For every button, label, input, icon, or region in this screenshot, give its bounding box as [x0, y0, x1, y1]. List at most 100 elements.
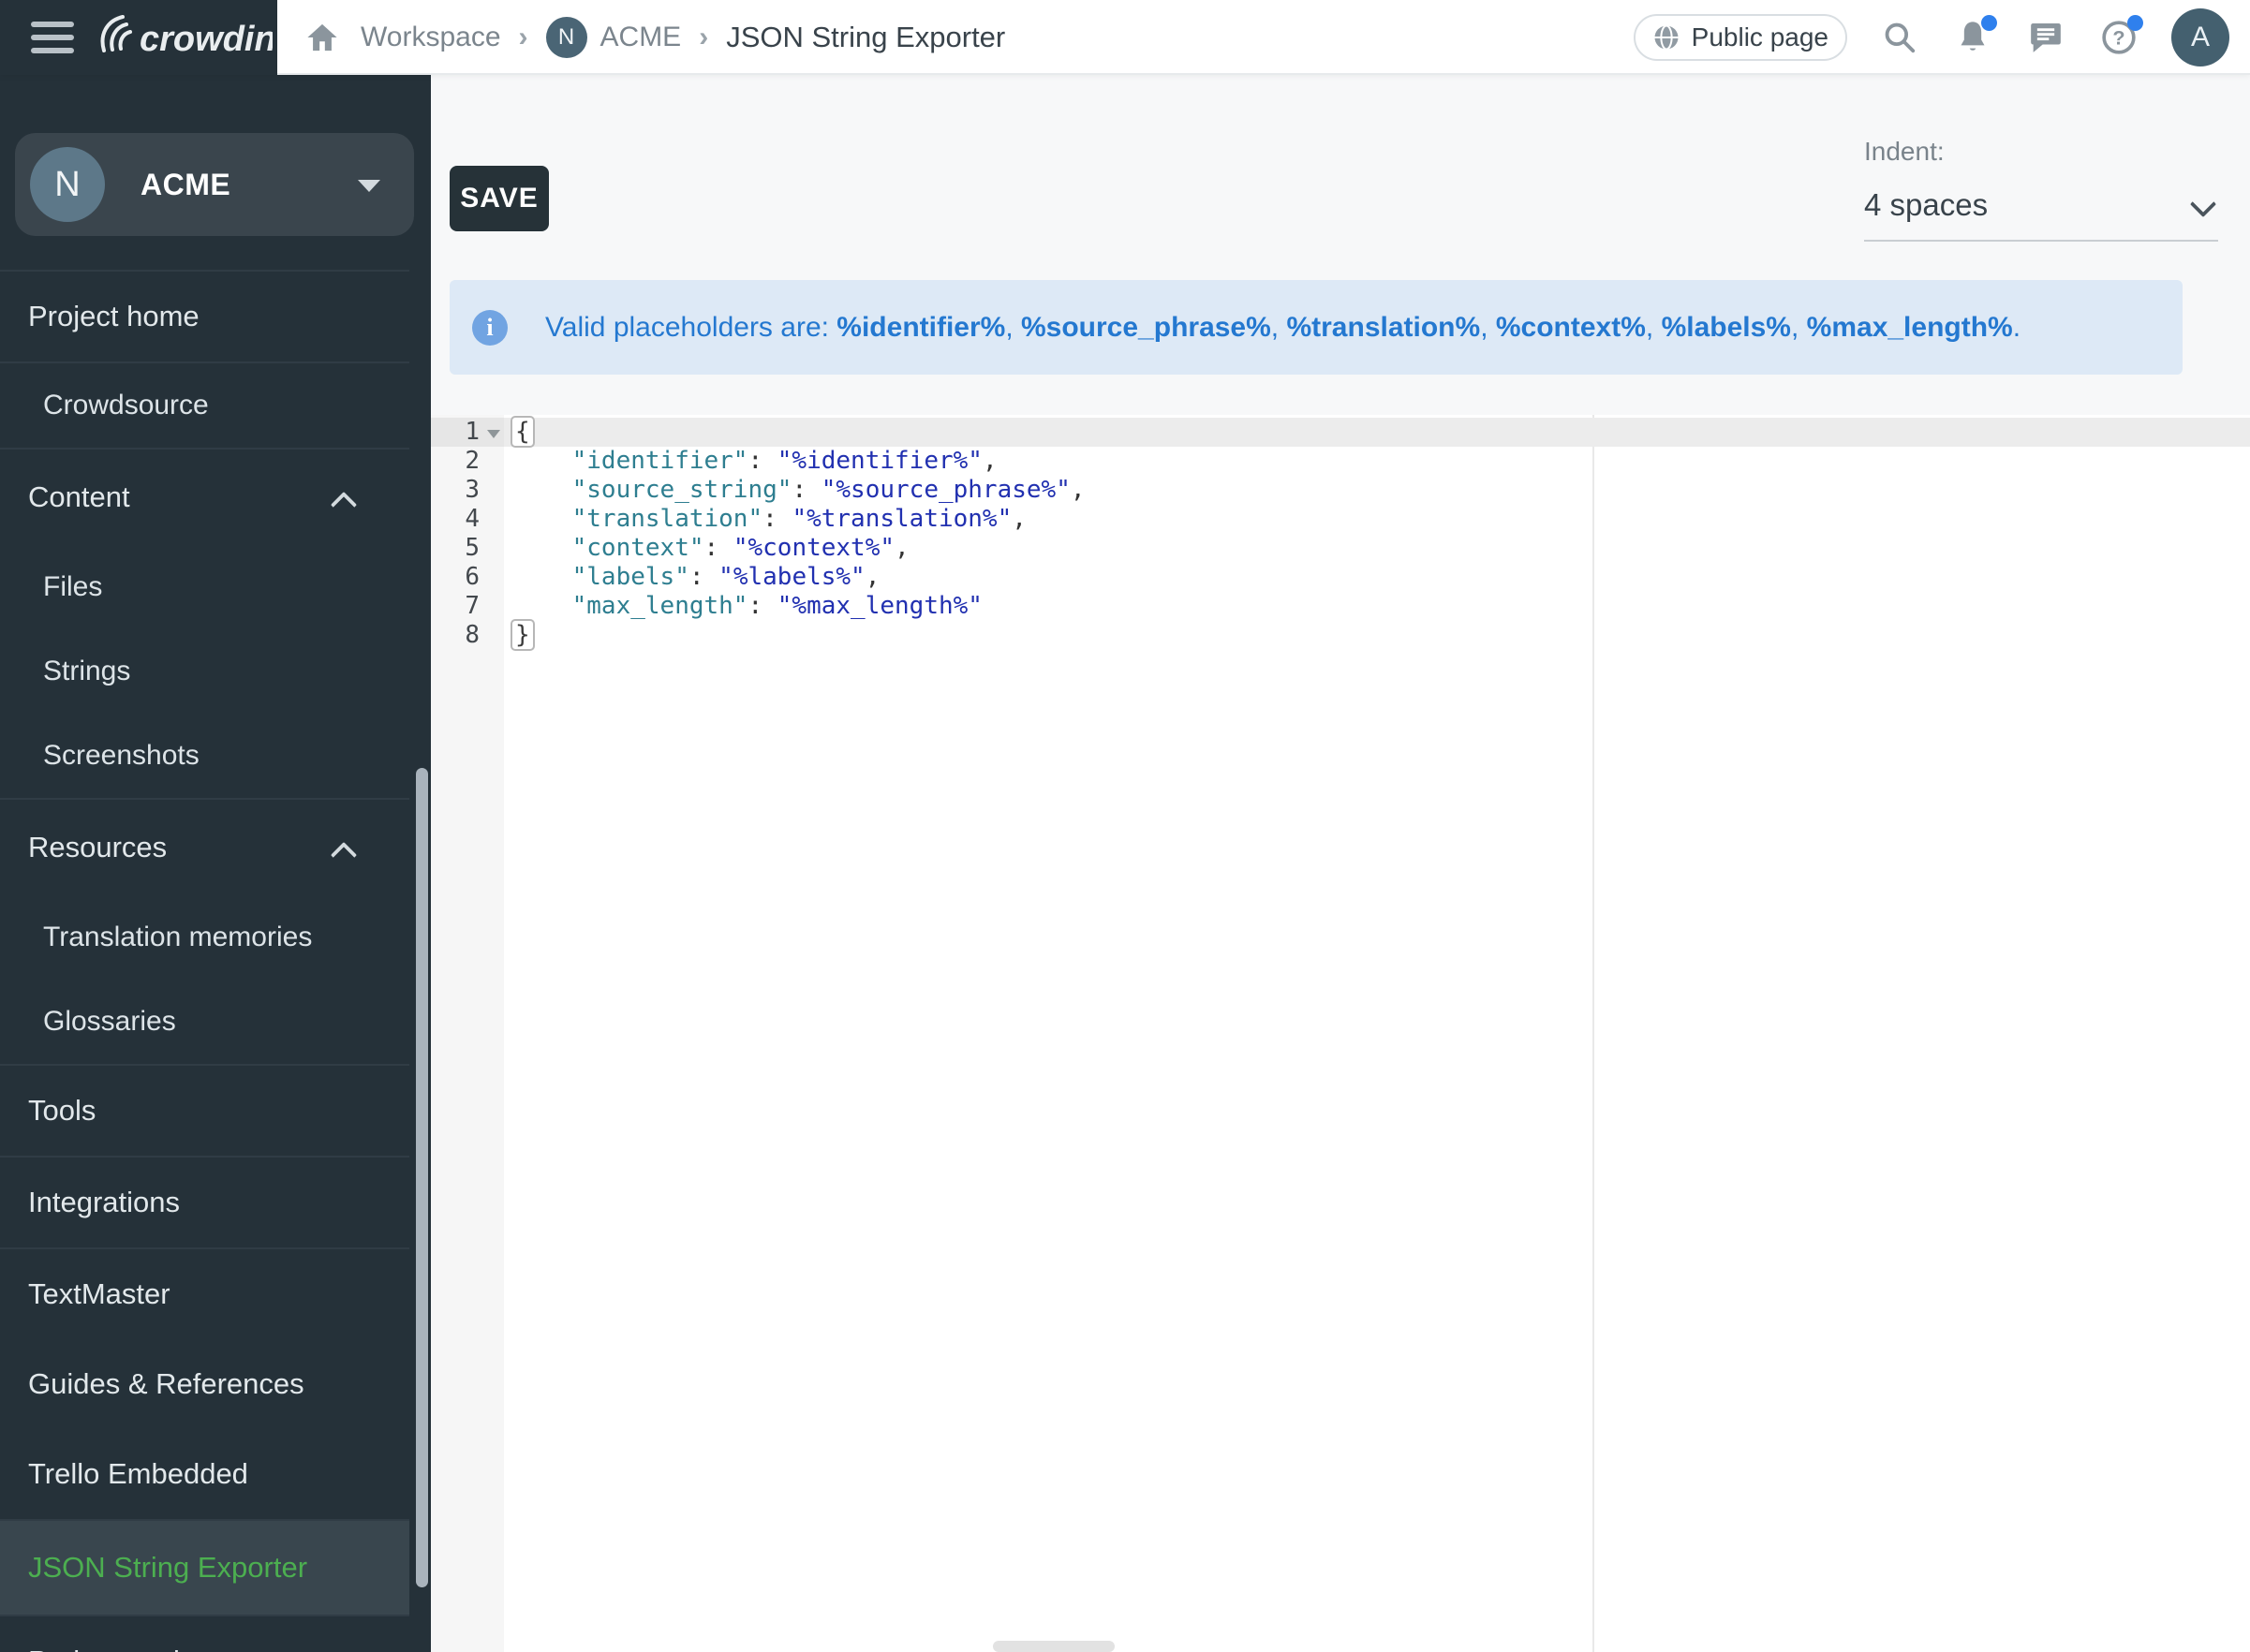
sidebar-item-trello-embedded[interactable]: Trello Embedded	[0, 1429, 409, 1519]
code-line-7[interactable]: 7 "max_length": "%max_length%"	[431, 592, 2250, 621]
crowdin-logo: crowdin	[95, 12, 273, 63]
chevron-down-icon	[358, 180, 380, 192]
sidebar-item-resources[interactable]: Resources	[0, 800, 409, 895]
sidebar-item-label: Screenshots	[43, 740, 200, 772]
sidebar-item-label: Glossaries	[43, 1006, 176, 1038]
chevron-up-icon	[334, 492, 355, 512]
sidebar-item-glossaries[interactable]: Glossaries	[0, 980, 409, 1064]
sidebar-item-files[interactable]: Files	[0, 545, 409, 629]
code-line-2[interactable]: 2 "identifier": "%identifier%",	[431, 447, 2250, 476]
line-number: 2	[431, 447, 504, 476]
sidebar-group: TextMaster Guides & References Trello Embe…	[0, 1247, 409, 1519]
fold-arrow-icon[interactable]	[487, 430, 500, 438]
sidebar-menu: Project home Crowdsource Content Files Strin…	[0, 270, 409, 1652]
chevron-down-icon	[2190, 191, 2216, 217]
line-number: 3	[431, 476, 504, 505]
messages-button[interactable]	[2025, 17, 2066, 58]
sidebar-item-label: Crowdsource	[43, 390, 209, 421]
main-content: SAVE Indent: 4 spaces i Valid placeholde…	[431, 75, 2250, 1652]
public-page-button[interactable]: Public page	[1634, 14, 1847, 61]
placeholder-token: %translation%	[1286, 312, 1480, 343]
sidebar-item-translation-memories[interactable]: Translation memories	[0, 895, 409, 980]
code-line-1[interactable]: 1{	[431, 418, 2250, 447]
code-rows: 1{2 "identifier": "%identifier%",3 "sour…	[431, 418, 2250, 650]
placeholder-token: %identifier%	[836, 312, 1005, 343]
hamburger-menu-button[interactable]	[31, 22, 74, 53]
svg-text:?: ?	[2112, 26, 2124, 50]
code-line-4[interactable]: 4 "translation": "%translation%",	[431, 505, 2250, 534]
line-number: 1	[431, 418, 504, 447]
search-icon	[1882, 20, 1917, 55]
sidebar-item-json-string-exporter[interactable]: JSON String Exporter	[0, 1521, 409, 1615]
sidebar-group: Tools	[0, 1064, 409, 1156]
org-switcher[interactable]: N ACME	[15, 133, 414, 236]
sidebar-item-project-home[interactable]: Project home	[0, 272, 409, 361]
info-banner: i Valid placeholders are: %identifier%, …	[450, 280, 2183, 375]
placeholder-token: %source_phrase%	[1021, 312, 1271, 343]
code-line-3[interactable]: 3 "source_string": "%source_phrase%",	[431, 476, 2250, 505]
notification-badge	[1981, 15, 1997, 31]
sidebar-item-label: Files	[43, 571, 102, 603]
sidebar-item-strings[interactable]: Strings	[0, 629, 409, 714]
sidebar-item-content[interactable]: Content	[0, 450, 409, 545]
page-title: JSON String Exporter	[726, 21, 1005, 54]
org-avatar: N	[30, 147, 105, 222]
crowdin-bird-icon: crowdin	[95, 12, 273, 63]
editor-horizontal-scrollbar[interactable]	[993, 1641, 1115, 1652]
indent-value: 4 spaces	[1864, 187, 1988, 222]
sidebar-item-project-settings[interactable]: Project settings	[0, 1616, 409, 1652]
sidebar-scrollbar[interactable]	[416, 768, 428, 1587]
code-editor[interactable]: 1{2 "identifier": "%identifier%",3 "sour…	[431, 415, 2250, 1652]
indent-select[interactable]: 4 spaces	[1864, 187, 2218, 242]
help-button[interactable]: ?	[2098, 17, 2139, 58]
breadcrumb: Workspace › N ACME › JSON String Exporte…	[302, 0, 1005, 75]
brand-block: crowdin	[0, 0, 277, 75]
code-text: "max_length": "%max_length%"	[504, 592, 983, 621]
code-text: }	[504, 621, 535, 650]
user-avatar[interactable]: A	[2171, 8, 2229, 66]
code-line-6[interactable]: 6 "labels": "%labels%",	[431, 563, 2250, 592]
indent-label: Indent:	[1864, 137, 2218, 167]
sidebar-item-label: Project settings	[28, 1645, 227, 1652]
sidebar-item-label: Tools	[28, 1094, 96, 1128]
sidebar-item-label: Content	[28, 480, 130, 514]
topbar-actions: Public page	[1634, 0, 2229, 75]
top-bar: crowdin Workspace › N ACME › JSON String…	[0, 0, 2250, 75]
breadcrumb-project-label: ACME	[600, 22, 682, 53]
placeholder-token: %labels%	[1662, 312, 1791, 343]
sidebar-item-integrations[interactable]: Integrations	[0, 1158, 409, 1247]
placeholder-token: %max_length%	[1807, 312, 2013, 343]
sidebar-item-tools[interactable]: Tools	[0, 1066, 409, 1156]
globe-icon	[1652, 23, 1680, 52]
code-line-8[interactable]: 8}	[431, 621, 2250, 650]
code-line-5[interactable]: 5 "context": "%context%",	[431, 534, 2250, 563]
sidebar-item-label: Strings	[43, 656, 130, 687]
line-number: 6	[431, 563, 504, 592]
breadcrumb-workspace-link[interactable]: Workspace	[361, 22, 501, 53]
notifications-button[interactable]	[1952, 17, 1993, 58]
sidebar-item-guides-references[interactable]: Guides & References	[0, 1339, 409, 1429]
sidebar-group: Content Files Strings Screenshots	[0, 448, 409, 798]
home-icon[interactable]	[302, 17, 343, 58]
search-button[interactable]	[1879, 17, 1920, 58]
sidebar-item-label: TextMaster	[28, 1277, 170, 1311]
sidebar-item-screenshots[interactable]: Screenshots	[0, 714, 409, 798]
indent-setting: Indent: 4 spaces	[1864, 137, 2218, 242]
project-avatar: N	[546, 17, 587, 58]
sidebar-group: JSON String Exporter	[0, 1519, 409, 1615]
code-text: "context": "%context%",	[504, 534, 910, 563]
line-number: 5	[431, 534, 504, 563]
code-text: {	[504, 418, 535, 447]
breadcrumb-project-link[interactable]: N ACME	[546, 17, 682, 58]
sidebar-group: Project home	[0, 270, 409, 361]
sidebar-item-label: Guides & References	[28, 1367, 304, 1401]
info-icon: i	[472, 310, 508, 346]
sidebar-group: Crowdsource	[0, 361, 409, 448]
sidebar-group: Project settings	[0, 1615, 409, 1652]
line-number: 8	[431, 621, 504, 650]
save-button[interactable]: SAVE	[450, 166, 549, 231]
chevron-up-icon	[334, 842, 355, 863]
sidebar-item-crowdsource[interactable]: Crowdsource	[0, 363, 409, 448]
sidebar-item-textmaster[interactable]: TextMaster	[0, 1249, 409, 1339]
line-number: 7	[431, 592, 504, 621]
